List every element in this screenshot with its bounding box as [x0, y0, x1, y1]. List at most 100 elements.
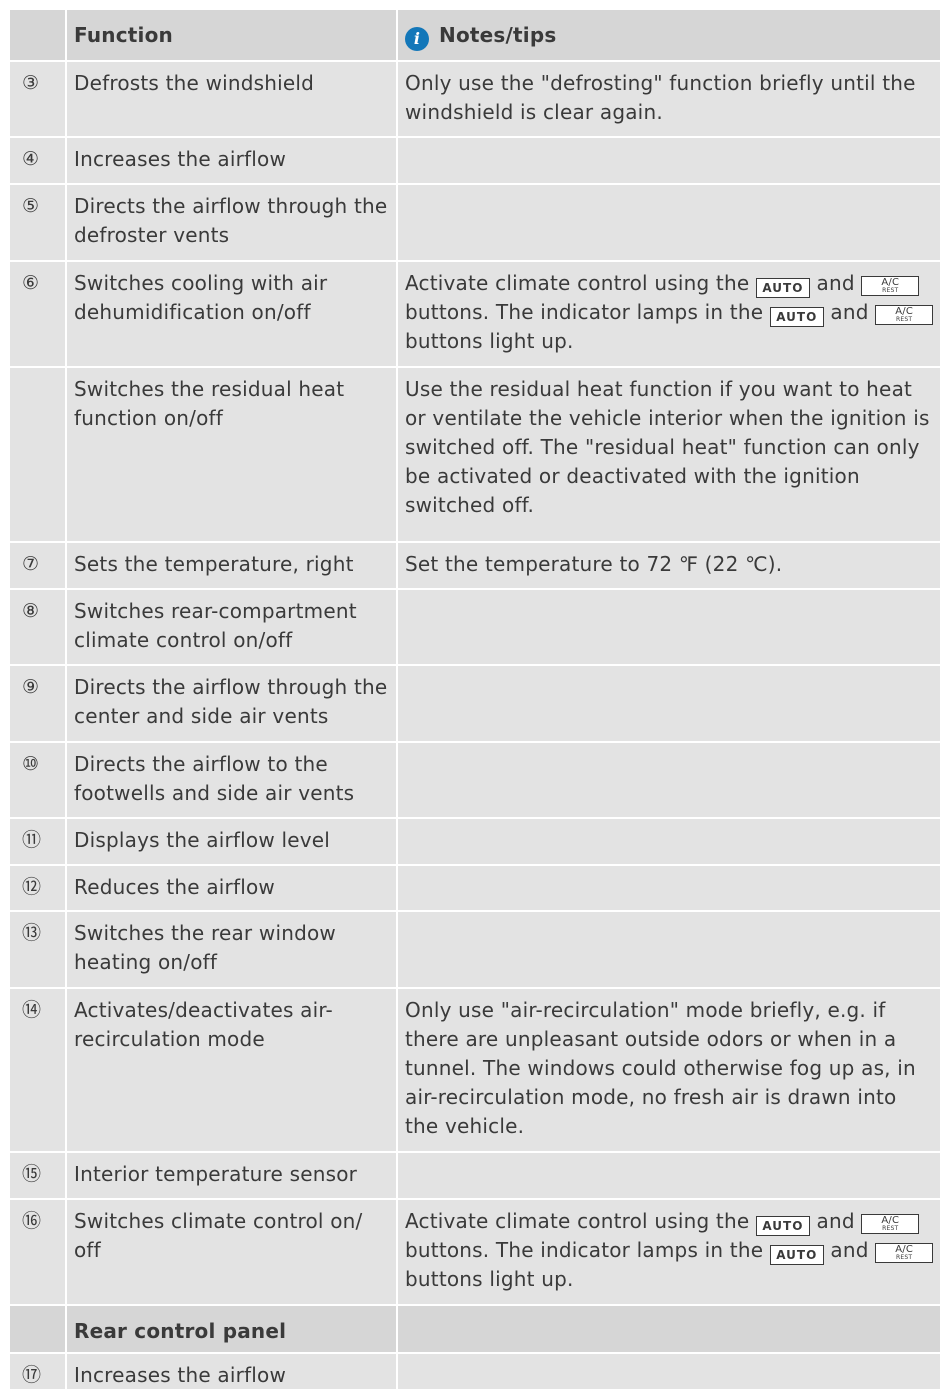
header-function-label: Function — [74, 23, 173, 47]
function-text: Activates/deactivates air-recirculation … — [74, 998, 333, 1051]
notes-text: Activate climate control using the AUTO … — [405, 1207, 934, 1294]
table-row: ⑬ Switches the rear window heating on/off — [10, 912, 940, 987]
auto-button-icon: AUTO — [755, 1216, 810, 1236]
number-cell — [10, 368, 65, 541]
notes-text-part: and — [830, 1238, 869, 1262]
function-cell: Switches rear-compartment climate contro… — [67, 590, 396, 664]
notes-cell: Activate climate control using the AUTO … — [398, 262, 940, 366]
table-row: ⑮ Interior temperature sensor — [10, 1153, 940, 1198]
function-cell: Interior temperature sensor — [67, 1153, 396, 1198]
item-number: ⑥ — [22, 272, 40, 294]
table-row: ⑥ Switches cooling with air dehumidificat… — [10, 262, 940, 366]
notes-text-part: buttons light up. — [405, 1267, 574, 1291]
notes-text-part: buttons. The indicator lamps in the — [405, 300, 764, 324]
header-number-cell — [10, 10, 65, 60]
notes-cell — [398, 1354, 940, 1389]
number-cell: ⑯ — [10, 1200, 65, 1304]
number-cell: ④ — [10, 138, 65, 183]
table-row: ⑪ Displays the airflow level — [10, 819, 940, 864]
ac-key-sub-label: REST — [896, 1254, 913, 1261]
table-row: ⑩ Directs the airflow to the footwells an… — [10, 743, 940, 817]
function-cell: Directs the airflow through the defroste… — [67, 185, 396, 260]
notes-text: Set the temperature to 72 ℉ (22 ℃). — [405, 552, 783, 576]
table-row: ⑯ Switches climate control on/ off Activat… — [10, 1200, 940, 1304]
auto-button-icon: AUTO — [755, 278, 810, 298]
item-number: ⑬ — [22, 922, 42, 944]
function-text: Increases the airflow — [74, 1363, 287, 1387]
function-cell: Switches climate control on/ off — [67, 1200, 396, 1304]
table-row: ③ Defrosts the windshield Only use the "de… — [10, 62, 940, 136]
item-number: ⑮ — [22, 1163, 42, 1185]
item-number: ⑦ — [22, 553, 40, 575]
header-notes-label: Notes/tips — [439, 23, 557, 47]
ac-rest-button-icon: A/C REST — [875, 1243, 934, 1263]
section-title: Rear control panel — [74, 1319, 287, 1343]
function-cell: Switches the rear window heating on/off — [67, 912, 396, 987]
notes-text-part: Activate climate control using the — [405, 271, 750, 295]
notes-cell: Activate climate control using the AUTO … — [398, 1200, 940, 1304]
function-cell: Sets the temperature, right — [67, 543, 396, 588]
number-cell: ⑰ — [10, 1354, 65, 1389]
table-row: ⑦ Sets the temperature, right Set the temp… — [10, 543, 940, 588]
ac-key-sub-label: REST — [882, 1225, 899, 1232]
function-cell: Defrosts the windshield — [67, 62, 396, 136]
number-cell: ⑧ — [10, 590, 65, 664]
function-text: Defrosts the windshield — [74, 71, 315, 95]
function-cell: Switches the residual heat function on/o… — [67, 368, 396, 541]
item-number: ④ — [22, 148, 40, 170]
notes-text-part: and — [816, 1209, 855, 1233]
number-cell: ⑭ — [10, 989, 65, 1151]
notes-text: Activate climate control using the AUTO … — [405, 269, 934, 356]
table-row: Switches the residual heat function on/o… — [10, 368, 940, 541]
header-notes-cell: i Notes/tips — [398, 10, 940, 60]
number-cell: ⑦ — [10, 543, 65, 588]
notes-text-part: Activate climate control using the — [405, 1209, 750, 1233]
table-row: ⑤ Directs the airflow through the defrost… — [10, 185, 940, 260]
function-text: Switches cooling with air dehumidificati… — [74, 271, 328, 324]
function-text: Reduces the airflow — [74, 875, 275, 899]
table-row: ④ Increases the airflow — [10, 138, 940, 183]
function-text: Interior temperature sensor — [74, 1162, 358, 1186]
number-cell: ⑤ — [10, 185, 65, 260]
function-cell: Directs the airflow through the center a… — [67, 666, 396, 741]
number-cell: ⑬ — [10, 912, 65, 987]
info-icon: i — [405, 27, 429, 51]
notes-cell — [398, 912, 940, 987]
number-cell: ⑥ — [10, 262, 65, 366]
number-cell: ③ — [10, 62, 65, 136]
function-text: Switches the rear window heating on/off — [74, 921, 336, 974]
item-number: ⑪ — [22, 829, 42, 851]
number-cell — [10, 1306, 65, 1352]
notes-text-part: and — [830, 300, 869, 324]
number-cell: ⑩ — [10, 743, 65, 817]
function-cell: Directs the airflow to the footwells and… — [67, 743, 396, 817]
item-number: ⑤ — [22, 195, 40, 217]
notes-text-part: buttons. The indicator lamps in the — [405, 1238, 764, 1262]
item-number: ⑧ — [22, 600, 40, 622]
function-cell: Switches cooling with air dehumidificati… — [67, 262, 396, 366]
function-text: Displays the airflow level — [74, 828, 331, 852]
ac-key-sub-label: REST — [882, 287, 899, 294]
function-text: Directs the airflow through the defroste… — [74, 194, 388, 247]
ac-rest-button-icon: A/C REST — [875, 305, 934, 325]
ac-key-sub-label: REST — [896, 316, 913, 323]
table-row: ⑨ Directs the airflow through the center … — [10, 666, 940, 741]
item-number: ⑨ — [22, 676, 40, 698]
number-cell: ⑨ — [10, 666, 65, 741]
notes-cell: Set the temperature to 72 ℉ (22 ℃). — [398, 543, 940, 588]
notes-cell: Only use the "defrosting" function brief… — [398, 62, 940, 136]
item-number: ⑩ — [22, 753, 40, 775]
number-cell: ⑮ — [10, 1153, 65, 1198]
table-row: ⑰ Increases the airflow — [10, 1354, 940, 1389]
function-cell: Rear control panel — [67, 1306, 396, 1352]
notes-cell: Use the residual heat function if you wa… — [398, 368, 940, 541]
function-cell: Activates/deactivates air-recirculation … — [67, 989, 396, 1151]
item-number: ⑯ — [22, 1210, 42, 1232]
number-cell: ⑫ — [10, 866, 65, 910]
function-cell: Increases the airflow — [67, 138, 396, 183]
function-text: Switches rear-compartment climate contro… — [74, 599, 357, 652]
notes-cell — [398, 866, 940, 910]
function-text: Switches the residual heat function on/o… — [74, 377, 345, 430]
notes-cell: Only use "air-recirculation" mode briefl… — [398, 989, 940, 1151]
function-cell: Displays the airflow level — [67, 819, 396, 864]
